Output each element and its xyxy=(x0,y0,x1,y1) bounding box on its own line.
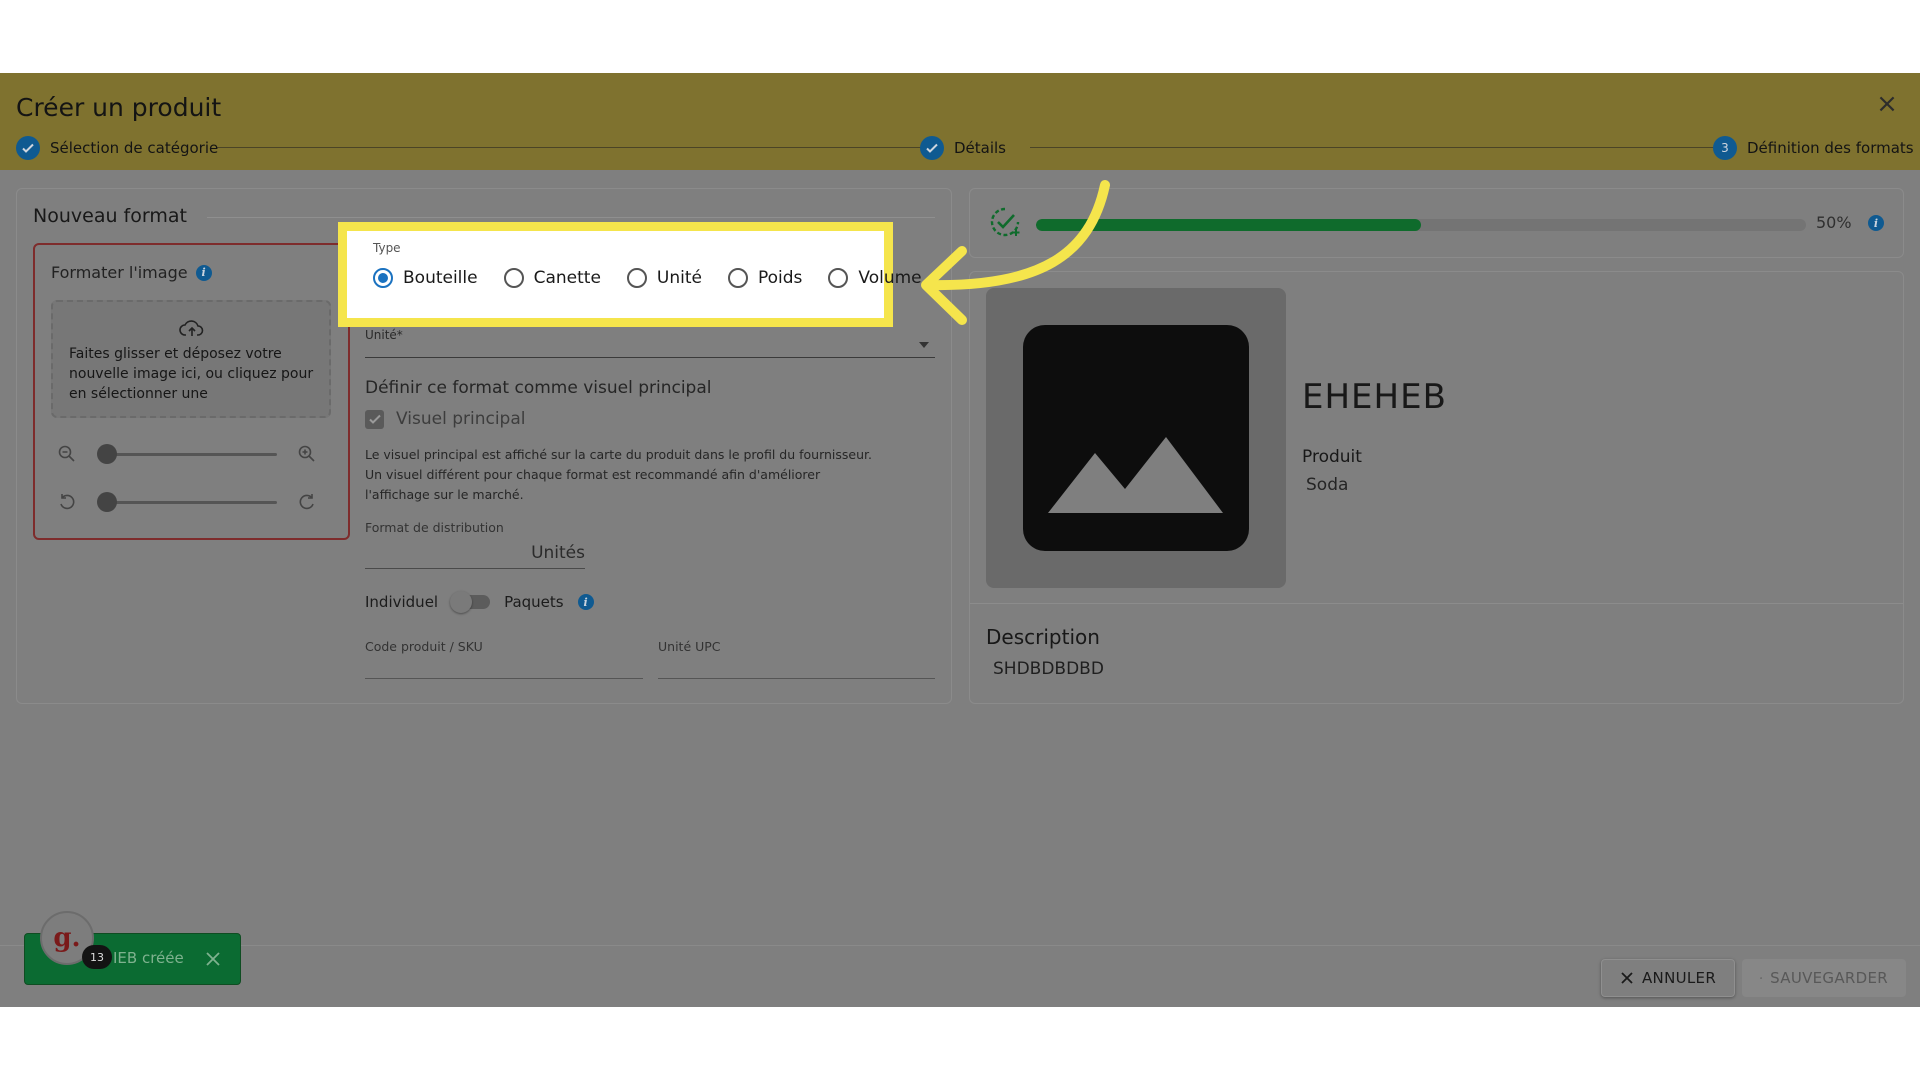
zoom-slider-row xyxy=(57,442,327,466)
step-category[interactable]: Sélection de catégorie xyxy=(16,136,218,160)
product-category-value: Soda xyxy=(1306,475,1349,495)
card-title: Nouveau format xyxy=(33,205,187,227)
modal-header: Créer un produit × Sélection de catégori… xyxy=(0,73,1920,170)
save-button[interactable]: SAUVEGARDER xyxy=(1742,959,1906,997)
quality-progress xyxy=(1036,219,1806,231)
distribution-label: Format de distribution xyxy=(365,520,504,535)
step-connector xyxy=(216,147,926,148)
step-formats[interactable]: 3 Définition des formats xyxy=(1713,136,1914,160)
distribution-field[interactable]: Unités xyxy=(365,539,585,569)
page-title: Créer un produit xyxy=(16,93,222,122)
radio-unchecked-icon[interactable] xyxy=(727,268,748,288)
save-icon xyxy=(1760,977,1762,979)
close-icon[interactable]: × xyxy=(1876,91,1898,117)
type-label: Type xyxy=(373,241,401,255)
packs-label: Paquets xyxy=(504,593,564,611)
checkbox-checked-icon[interactable] xyxy=(365,409,384,429)
radio-label: Bouteille xyxy=(403,268,478,288)
zoom-slider-track[interactable] xyxy=(105,453,277,456)
rotate-left-icon[interactable] xyxy=(57,492,77,512)
radio-bouteille[interactable]: Bouteille xyxy=(373,268,478,288)
cancel-button[interactable]: ANNULER xyxy=(1601,959,1736,997)
image-format-panel: Formater l'image i Faites glisser et dép… xyxy=(33,243,350,540)
zoom-out-icon[interactable] xyxy=(57,444,77,464)
info-icon[interactable]: i xyxy=(577,594,594,610)
divider xyxy=(970,603,1903,604)
stepper: Sélection de catégorie Détails 3 Définit… xyxy=(16,136,1914,160)
unit-select[interactable]: Unité* xyxy=(365,328,935,358)
type-radio-group: Bouteille Canette Unité Poids Volume xyxy=(373,263,948,293)
check-icon xyxy=(920,136,944,160)
radio-canette[interactable]: Canette xyxy=(503,268,601,288)
distribution-value: Unités xyxy=(531,543,585,563)
main-visual-label: Visuel principal xyxy=(396,409,526,429)
product-category-label: Produit xyxy=(1302,447,1362,467)
save-label: SAUVEGARDER xyxy=(1770,969,1888,987)
zoom-in-icon[interactable] xyxy=(297,444,317,464)
sku-field[interactable]: Code produit / SKU xyxy=(365,639,643,679)
main-visual-checkbox-row[interactable]: Visuel principal xyxy=(365,409,525,429)
radio-unite[interactable]: Unité xyxy=(626,268,702,288)
individual-label: Individuel xyxy=(365,593,439,611)
zoom-slider-thumb[interactable] xyxy=(97,444,117,464)
pack-toggle[interactable] xyxy=(450,591,491,613)
check-icon xyxy=(16,136,40,160)
image-panel-title: Formater l'image xyxy=(51,263,188,282)
cloud-upload-icon xyxy=(179,320,204,336)
rotate-slider-track[interactable] xyxy=(105,501,277,504)
toast-message: IEB créée xyxy=(113,949,184,967)
rotate-slider-row xyxy=(57,490,327,514)
radio-unchecked-icon[interactable] xyxy=(828,268,849,288)
radio-unchecked-icon[interactable] xyxy=(503,268,524,288)
step-label: Définition des formats xyxy=(1747,139,1914,157)
radio-label: Unité xyxy=(656,268,702,288)
image-panel-label: Formater l'image i xyxy=(51,263,212,282)
upc-label: Unité UPC xyxy=(658,639,721,654)
notification-count-badge: 13 xyxy=(82,945,112,969)
image-dropzone[interactable]: Faites glisser et déposez votre nouvelle… xyxy=(51,300,331,418)
divider xyxy=(207,217,935,218)
description-value: SHDBDBDBD xyxy=(993,659,1104,679)
step-label: Détails xyxy=(954,139,1007,157)
main-visual-help: Le visuel principal est affiché sur la c… xyxy=(365,447,872,502)
radio-poids[interactable]: Poids xyxy=(727,268,803,288)
step-details[interactable]: Détails xyxy=(920,136,1006,160)
radio-unchecked-icon[interactable] xyxy=(626,268,647,288)
description-title: Description xyxy=(986,625,1100,649)
modal-frame: Créer un produit × Sélection de catégori… xyxy=(0,73,1920,1007)
upc-field[interactable]: Unité UPC xyxy=(658,639,935,679)
product-name: EHEHEB xyxy=(1302,377,1447,417)
radio-label: Canette xyxy=(533,268,601,288)
close-icon[interactable] xyxy=(202,948,224,970)
type-highlight-box: Type Bouteille Canette Unité Poids Volum… xyxy=(338,222,922,327)
info-icon[interactable]: i xyxy=(195,264,212,281)
info-icon[interactable]: i xyxy=(1868,215,1884,231)
sku-label: Code produit / SKU xyxy=(365,639,483,654)
rotate-slider-thumb[interactable] xyxy=(97,492,117,512)
step-connector xyxy=(1030,147,1720,148)
close-icon xyxy=(1621,972,1633,984)
dropzone-text: Faites glisser et déposez votre nouvelle… xyxy=(69,346,314,402)
main-visual-heading: Définir ce format comme visuel principal xyxy=(365,378,712,398)
pack-toggle-row: Individuel Paquets i xyxy=(365,591,594,613)
radio-label: Poids xyxy=(757,268,803,288)
unit-label: Unité* xyxy=(365,328,403,342)
radio-checked-icon[interactable] xyxy=(373,268,393,288)
step-label: Sélection de catégorie xyxy=(50,139,219,157)
quality-percent: 50% xyxy=(1816,213,1852,232)
rotate-right-icon[interactable] xyxy=(297,492,317,512)
step-number: 3 xyxy=(1713,136,1737,160)
annotation-arrow-icon xyxy=(921,180,1110,325)
cancel-label: ANNULER xyxy=(1642,969,1717,987)
